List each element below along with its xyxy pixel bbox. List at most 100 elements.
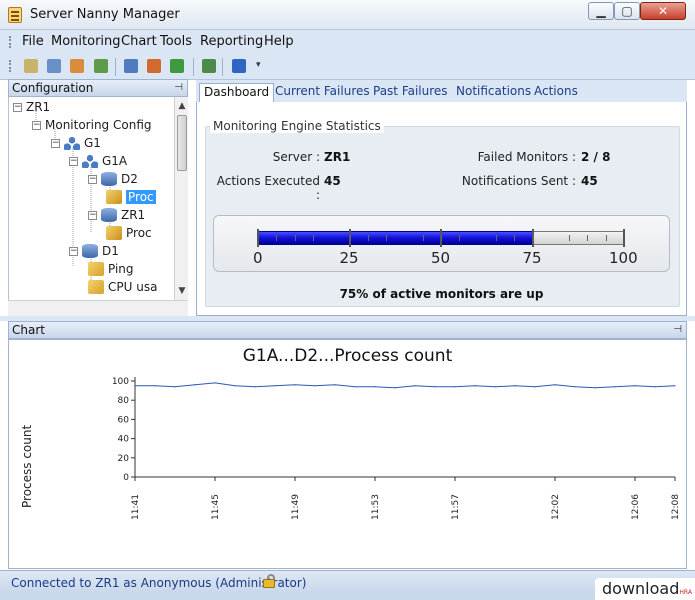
menu-reporting[interactable]: Reporting bbox=[200, 34, 263, 49]
scroll-thumb[interactable] bbox=[177, 115, 187, 171]
scroll-down-arrow[interactable]: ▼ bbox=[175, 284, 189, 298]
chart-panel-header: Chart ⊣ bbox=[8, 321, 687, 339]
tree-node[interactable]: CPU usa bbox=[88, 278, 157, 296]
tab-current-failures[interactable]: Current Failures bbox=[271, 83, 374, 102]
actions-executed-value: 45 bbox=[324, 174, 341, 188]
shield-icon bbox=[94, 59, 108, 73]
tree-node[interactable]: − ZR1 bbox=[88, 206, 145, 224]
network-node-icon bbox=[82, 154, 98, 168]
gauge-tick-label: 0 bbox=[253, 249, 263, 267]
monitor-toolbar-button[interactable] bbox=[68, 57, 86, 75]
tree-scrollbar[interactable]: ▲ ▼ bbox=[174, 97, 188, 316]
close-button[interactable]: ✕ bbox=[640, 2, 686, 20]
collapse-toggle-icon[interactable]: − bbox=[32, 120, 41, 130]
server-icon bbox=[47, 59, 61, 73]
actions-executed-label: Actions Executed : bbox=[216, 174, 320, 202]
collapse-toggle-icon[interactable]: − bbox=[51, 138, 60, 148]
tree-node-label: Proc bbox=[126, 226, 152, 240]
pin-icon[interactable]: ⊣ bbox=[174, 80, 183, 96]
menu-grip bbox=[9, 36, 11, 48]
tree-node-label: Monitoring Config bbox=[45, 118, 152, 132]
tree-node[interactable]: Ping bbox=[88, 260, 134, 278]
gauge-caption: 75% of active monitors are up bbox=[339, 287, 544, 301]
maximize-button[interactable]: ▢ bbox=[614, 2, 640, 20]
gauge-major-tick bbox=[257, 229, 259, 247]
menu-monitoring[interactable]: Monitoring bbox=[51, 34, 121, 49]
gauge-minor-tick bbox=[587, 235, 589, 241]
failed-monitors-label: Failed Monitors : bbox=[477, 150, 576, 164]
gauge-minor-tick bbox=[422, 235, 424, 241]
db-node-icon bbox=[101, 208, 117, 222]
collapse-toggle-icon[interactable]: − bbox=[88, 210, 97, 220]
config-tree[interactable]: − ZR1− Monitoring Config − G1− G1A − D2 Proc − ZR1… bbox=[8, 97, 174, 316]
tab-actions[interactable]: Actions bbox=[530, 83, 582, 102]
tree-node[interactable]: − D2 bbox=[88, 170, 138, 188]
connect-toolbar-button[interactable] bbox=[22, 57, 40, 75]
menu-tools[interactable]: Tools bbox=[160, 34, 192, 49]
tree-node[interactable]: − D1 bbox=[69, 242, 119, 260]
tree-node[interactable]: Proc bbox=[106, 224, 152, 242]
menu-bar: File Monitoring Chart Tools Reporting He… bbox=[0, 30, 695, 54]
tab-dashboard[interactable]: Dashboard bbox=[199, 83, 275, 102]
gauge-minor-tick bbox=[459, 235, 461, 241]
gauge-minor-tick bbox=[495, 235, 497, 241]
toolbar-overflow-button[interactable]: ▾ bbox=[256, 60, 266, 78]
tree-node[interactable]: − G1A bbox=[69, 152, 127, 170]
toolbar-grip bbox=[9, 60, 11, 72]
gauge-minor-tick bbox=[605, 235, 607, 241]
chart-area bbox=[8, 339, 687, 569]
lock-icon bbox=[263, 574, 277, 588]
failed-monitors-value: 2 / 8 bbox=[581, 150, 611, 164]
tree-node[interactable]: − G1 bbox=[51, 134, 101, 152]
collapse-toggle-icon[interactable]: − bbox=[69, 246, 78, 256]
gauge-fill bbox=[258, 231, 533, 245]
user-toolbar-button[interactable] bbox=[145, 57, 163, 75]
chart-panel-title: Chart bbox=[12, 323, 45, 337]
add-toolbar-button[interactable] bbox=[168, 57, 186, 75]
chart-title: G1A...D2...Process count bbox=[242, 346, 453, 366]
bottom-strip bbox=[0, 592, 695, 600]
tab-past-failures[interactable]: Past Failures bbox=[369, 83, 452, 102]
window-title: Server Nanny Manager bbox=[30, 7, 180, 22]
toolbar bbox=[0, 54, 695, 80]
scroll-up-arrow[interactable]: ▲ bbox=[175, 99, 189, 113]
collapse-toggle-icon[interactable]: − bbox=[69, 156, 78, 166]
database-icon bbox=[124, 59, 138, 73]
monitor-node-icon bbox=[88, 280, 104, 294]
shield-toolbar-button[interactable] bbox=[92, 57, 110, 75]
gauge-minor-tick bbox=[441, 235, 442, 241]
collapse-toggle-icon[interactable]: − bbox=[13, 102, 22, 112]
watermark-text: download bbox=[602, 579, 680, 598]
tree-node[interactable]: − Monitoring Config bbox=[32, 116, 152, 134]
tree-node-label: ZR1 bbox=[26, 100, 51, 114]
gauge-minor-tick bbox=[367, 235, 369, 241]
collapse-toggle-icon[interactable]: − bbox=[88, 174, 97, 184]
status-bar: Connected to ZR1 as Anonymous (Administr… bbox=[0, 570, 695, 592]
toolbar-separator bbox=[193, 58, 194, 76]
gauge-major-tick bbox=[623, 229, 625, 247]
chart-pin-icon[interactable]: ⊣ bbox=[673, 322, 682, 338]
proc-node-icon bbox=[106, 226, 122, 240]
tree-horizontal-scrollbar[interactable] bbox=[8, 300, 188, 316]
tree-node[interactable]: − ZR1 bbox=[13, 98, 50, 116]
gauge-tick-label: 25 bbox=[339, 249, 359, 267]
database-toolbar-button[interactable] bbox=[122, 57, 140, 75]
menu-help[interactable]: Help bbox=[264, 34, 294, 49]
menu-chart[interactable]: Chart bbox=[121, 34, 157, 49]
toolbar-separator bbox=[115, 58, 116, 76]
minimize-button[interactable]: ▁ bbox=[588, 2, 614, 20]
monitor-node-icon bbox=[88, 262, 104, 276]
toolbar-separator bbox=[222, 58, 223, 76]
chart-toolbar-button[interactable] bbox=[200, 57, 218, 75]
connect-icon bbox=[24, 59, 38, 73]
tab-notifications[interactable]: Notifications bbox=[452, 83, 535, 102]
server-toolbar-button[interactable] bbox=[45, 57, 63, 75]
tree-node[interactable]: Proc bbox=[106, 188, 156, 206]
tree-node-label: D1 bbox=[102, 244, 119, 258]
db-node-icon bbox=[82, 244, 98, 258]
menu-file[interactable]: File bbox=[22, 34, 44, 49]
chart-icon bbox=[202, 59, 216, 73]
gauge-tick-label: 75 bbox=[522, 249, 542, 267]
notifications-sent-label: Notifications Sent : bbox=[461, 174, 576, 188]
info-toolbar-button[interactable] bbox=[230, 57, 248, 75]
